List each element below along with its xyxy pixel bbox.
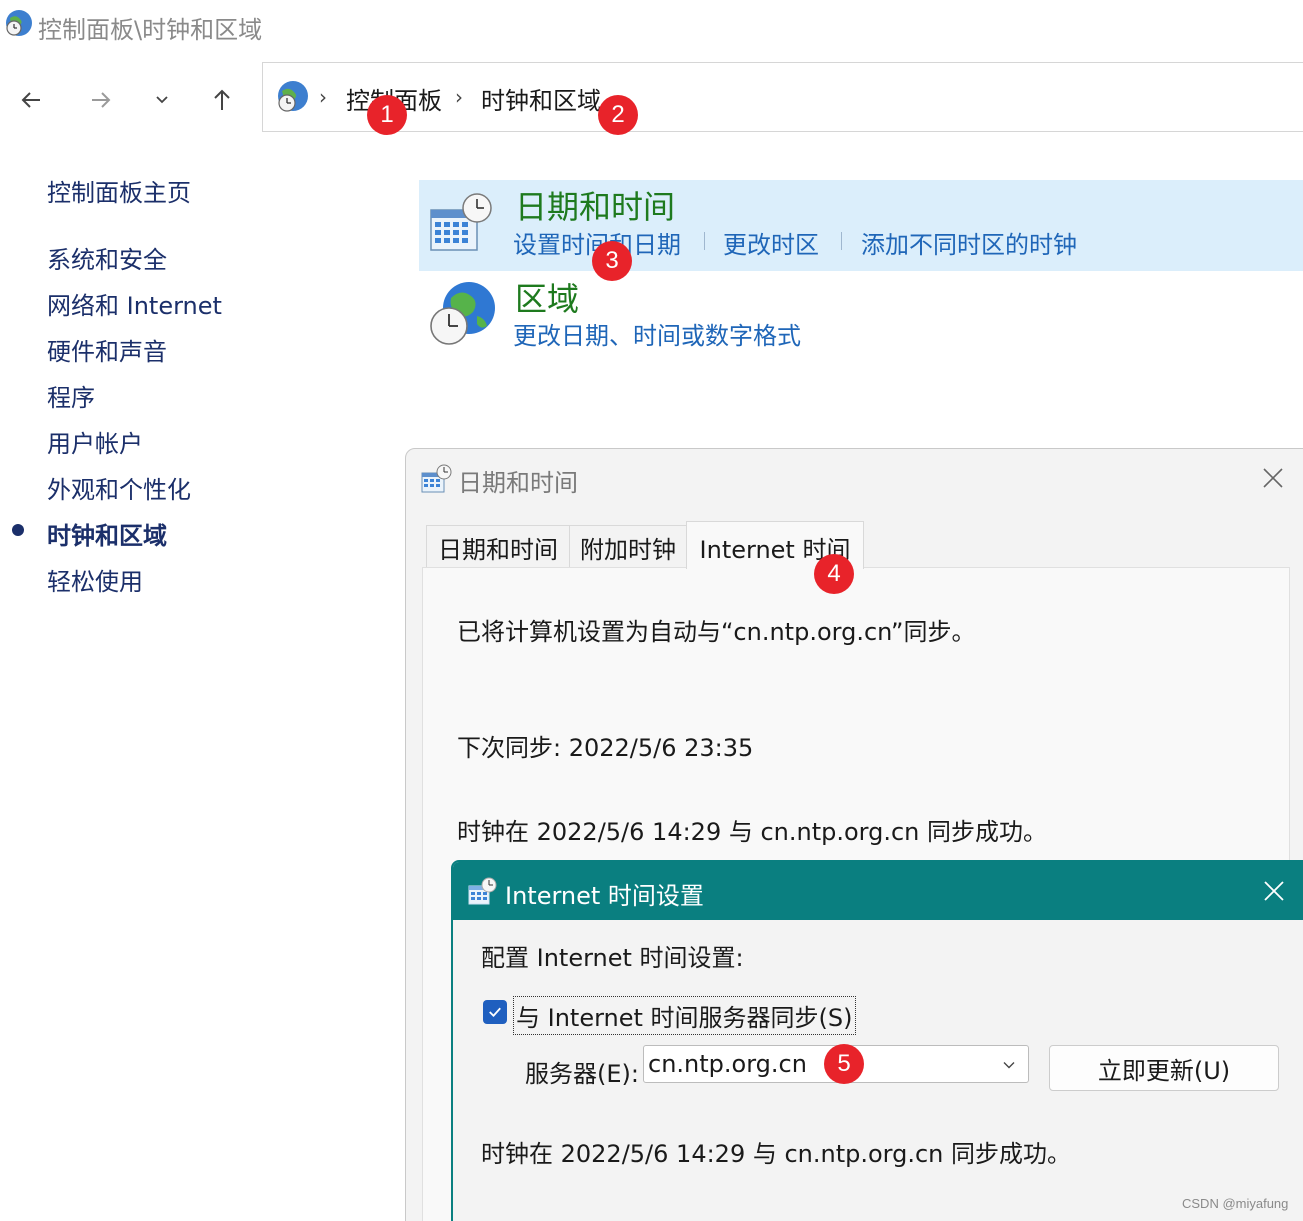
back-button[interactable] [12,80,52,120]
sync-checkbox-label[interactable]: 与 Internet 时间服务器同步(S) [513,996,856,1035]
dialog-title: Internet 时间设置 [505,882,704,910]
annotation-badge-3: 3 [592,241,632,281]
chevron-down-icon[interactable] [996,1052,1022,1078]
sidebar-item-user-accounts[interactable]: 用户帐户 [47,424,143,459]
category-region[interactable]: 区域 更改日期、时间或数字格式 [419,272,1303,358]
control-panel-globe-icon [4,8,34,38]
arrow-left-icon [21,92,40,108]
arrow-up-icon [214,89,230,110]
recent-locations-button[interactable] [142,80,182,120]
sidebar-item-clock-region[interactable]: 时钟和区域 [47,516,167,551]
server-label: 服务器(E): [525,1060,639,1088]
internet-time-settings-dialog: Internet 时间设置 配置 Internet 时间设置: 与 Intern… [451,860,1303,1221]
control-panel-globe-icon [275,79,311,115]
link-add-clocks[interactable]: 添加不同时区的时钟 [861,225,1077,260]
update-now-button[interactable]: 立即更新(U) [1049,1045,1279,1091]
next-sync-text: 下次同步: 2022/5/6 23:35 [457,734,754,762]
sync-status-text: 已将计算机设置为自动与“cn.ntp.org.cn”同步。 [457,618,976,646]
category-title-region[interactable]: 区域 [515,274,579,320]
close-button[interactable] [1258,463,1288,493]
sidebar-item-home[interactable]: 控制面板主页 [47,173,191,208]
sync-result-text: 时钟在 2022/5/6 14:29 与 cn.ntp.org.cn 同步成功。 [481,1140,1072,1168]
calendar-clock-icon [467,876,497,906]
tab-additional-clocks[interactable]: 附加时钟 [569,525,687,568]
forward-button[interactable] [80,80,120,120]
annotation-badge-5: 5 [824,1044,864,1084]
annotation-badge-4: 4 [814,554,854,594]
category-date-time[interactable]: 日期和时间 设置时间和日期 更改时区 添加不同时区的时钟 [419,180,1303,271]
up-button[interactable] [202,80,242,120]
globe-clock-icon [427,278,499,350]
arrow-right-icon [92,92,111,108]
active-indicator-dot [12,524,24,536]
annotation-badge-1: 1 [367,95,407,135]
chevron-down-icon [156,96,168,104]
link-divider [841,232,842,250]
sidebar-item-programs[interactable]: 程序 [47,378,95,413]
calendar-clock-icon [420,462,452,494]
sync-checkbox[interactable] [483,1000,507,1024]
annotation-badge-2: 2 [598,95,638,135]
sidebar-item-ease-of-access[interactable]: 轻松使用 [47,562,143,597]
sidebar-item-system-security[interactable]: 系统和安全 [47,240,167,275]
server-value: cn.ntp.org.cn [648,1050,807,1078]
last-sync-text: 时钟在 2022/5/6 14:29 与 cn.ntp.org.cn 同步成功。 [457,818,1048,846]
address-bar[interactable]: › 控制面板 › 时钟和区域 [262,62,1303,132]
link-divider [704,232,705,250]
sidebar-item-hardware-sound[interactable]: 硬件和声音 [47,332,167,367]
breadcrumb-separator: › [455,85,463,109]
window-title: 控制面板\时钟和区域 [38,16,263,44]
breadcrumb-separator: › [319,85,327,109]
watermark: CSDN @miyafung [1182,1196,1289,1211]
category-title-date-time[interactable]: 日期和时间 [515,182,675,228]
window-title-bar: 控制面板\时钟和区域 [0,0,1303,52]
sidebar-item-appearance[interactable]: 外观和个性化 [47,470,191,505]
checkmark-icon [489,1007,501,1018]
settings-heading: 配置 Internet 时间设置: [481,944,744,972]
close-icon [1264,881,1284,901]
close-icon [1263,468,1283,488]
calendar-clock-icon [427,188,493,254]
tab-date-time[interactable]: 日期和时间 [426,525,570,568]
close-button[interactable] [1259,876,1289,906]
link-change-formats[interactable]: 更改日期、时间或数字格式 [513,316,801,351]
dialog-title: 日期和时间 [458,469,578,497]
link-change-timezone[interactable]: 更改时区 [723,225,819,260]
breadcrumb-clock-region[interactable]: 时钟和区域 [481,81,601,116]
dialog-header: Internet 时间设置 [453,862,1303,920]
sidebar-item-network[interactable]: 网络和 Internet [47,286,222,321]
